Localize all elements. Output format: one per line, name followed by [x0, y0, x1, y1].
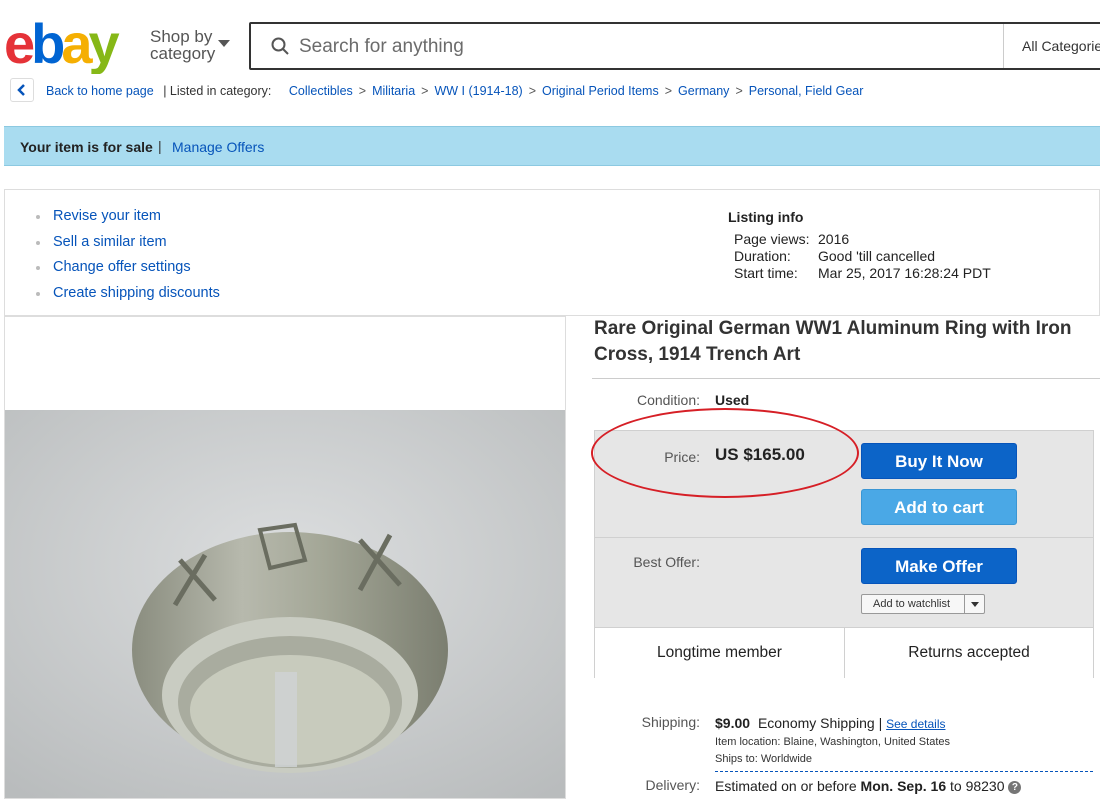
chevron-left-icon: [17, 84, 25, 96]
delivery-line: Estimated on or before Mon. Sep. 16 to 9…: [715, 778, 1022, 794]
divider: [592, 378, 1100, 379]
shipping-cost: $9.00: [715, 715, 751, 731]
condition-label: Condition:: [636, 392, 700, 408]
breadcrumb-separator: >: [528, 84, 536, 98]
add-to-cart-button[interactable]: Add to cart: [861, 489, 1017, 525]
item-image-panel: [4, 316, 566, 799]
breadcrumb-germany[interactable]: Germany: [678, 84, 729, 98]
shop-by-line1: Shop by: [150, 27, 213, 46]
make-offer-button[interactable]: Make Offer: [861, 548, 1017, 584]
breadcrumb-original-period-items[interactable]: Original Period Items: [542, 84, 659, 98]
delivery-prefix: Estimated on or before: [715, 778, 857, 794]
duration-label: Duration:: [734, 248, 791, 264]
page-views-value: 2016: [818, 231, 850, 247]
page-views-label: Page views:: [734, 231, 810, 247]
see-details-link[interactable]: See details: [886, 717, 945, 731]
seller-tools-list: Revise your item Sell a similar item Cha…: [35, 208, 220, 310]
search-bar: All Categories: [249, 22, 1100, 70]
shop-by-line2: category: [150, 44, 216, 63]
breadcrumb-separator: >: [664, 84, 673, 98]
shipping-line: $9.00 Economy Shipping | See details: [715, 715, 945, 731]
delivery-label: Delivery:: [645, 777, 700, 793]
search-input[interactable]: [297, 32, 981, 62]
delivery-date: Mon. Sep. 16: [860, 778, 947, 794]
longtime-member-badge: Longtime member: [595, 628, 845, 678]
breadcrumb-personal-field-gear[interactable]: Personal, Field Gear: [749, 84, 864, 98]
returns-accepted-badge: Returns accepted: [908, 644, 1030, 661]
category-select[interactable]: All Categories: [1003, 24, 1100, 68]
shipping-method: Economy Shipping: [757, 715, 875, 731]
sale-bar-separator: |: [158, 138, 162, 154]
breadcrumb-militaria[interactable]: Militaria: [372, 84, 415, 98]
search-icon: [271, 37, 289, 55]
listing-info-heading: Listing info: [728, 209, 804, 225]
breadcrumb-collectibles[interactable]: Collectibles: [289, 84, 353, 98]
item-for-sale-bar: Your item is for sale | Manage Offers: [4, 126, 1100, 166]
start-time-label: Start time:: [734, 265, 798, 281]
change-offer-settings-link[interactable]: Change offer settings: [35, 259, 220, 285]
create-shipping-discounts-link[interactable]: Create shipping discounts: [35, 285, 220, 311]
shipping-label: Shipping:: [641, 714, 700, 730]
back-to-home-link[interactable]: Back to home page: [46, 84, 154, 98]
ebay-logo[interactable]: ebay: [4, 14, 134, 74]
seller-tools-panel: Revise your item Sell a similar item Cha…: [4, 189, 1100, 316]
delivery-suffix: to 98230: [950, 778, 1005, 794]
condition-value: Used: [715, 392, 750, 408]
add-to-watchlist-button[interactable]: Add to watchlist: [861, 594, 985, 614]
breadcrumb-separator: >: [735, 84, 743, 98]
divider: [595, 537, 1093, 538]
item-location: Item location: Blaine, Washington, Unite…: [715, 736, 950, 748]
svg-text:ebay: ebay: [4, 14, 120, 74]
breadcrumb-ww1[interactable]: WW I (1914-18): [434, 84, 522, 98]
ships-to: Ships to: Worldwide: [715, 753, 813, 765]
buy-it-now-button[interactable]: Buy It Now: [861, 443, 1017, 479]
back-button[interactable]: [10, 78, 34, 102]
chevron-down-icon[interactable]: [964, 595, 985, 613]
best-offer-label: Best Offer:: [633, 554, 700, 570]
duration-value: Good 'till cancelled: [818, 248, 936, 264]
divider: [715, 771, 1093, 772]
breadcrumb-separator: >: [358, 84, 367, 98]
shop-by-category-button[interactable]: Shop by category: [150, 27, 230, 63]
price-highlight-annotation: [591, 408, 859, 498]
help-icon[interactable]: ?: [1008, 780, 1022, 794]
listed-in-label: | Listed in category:: [163, 84, 272, 98]
manage-offers-link[interactable]: Manage Offers: [172, 139, 264, 155]
item-title: Rare Original German WW1 Aluminum Ring w…: [594, 318, 1072, 365]
start-time-value: Mar 25, 2017 16:28:24 PDT: [818, 265, 991, 281]
shipping-separator: |: [878, 715, 883, 731]
watchlist-label: Add to watchlist: [873, 598, 951, 610]
sale-status-text: Your item is for sale: [20, 139, 153, 155]
breadcrumb-separator: >: [421, 84, 429, 98]
sell-similar-item-link[interactable]: Sell a similar item: [35, 234, 220, 260]
chevron-down-icon: [218, 40, 230, 47]
breadcrumb: Back to home page | Listed in category: …: [46, 84, 863, 98]
seller-badges: Longtime member Returns accepted: [595, 627, 1093, 678]
revise-item-link[interactable]: Revise your item: [35, 208, 220, 234]
item-photo[interactable]: [5, 410, 565, 799]
